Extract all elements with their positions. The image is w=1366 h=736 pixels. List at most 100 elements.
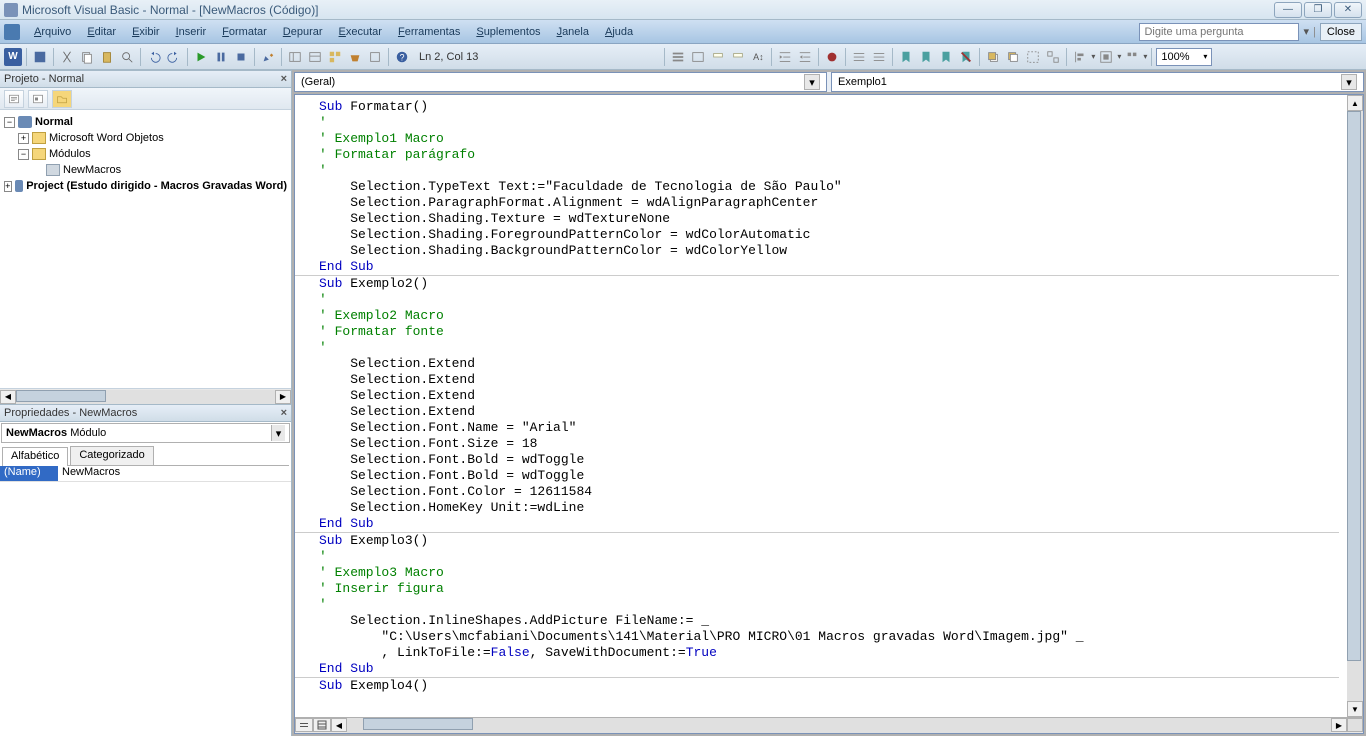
outdent-icon[interactable] (796, 48, 814, 66)
complete-word-icon[interactable]: A↕ (749, 48, 767, 66)
project-tree[interactable]: − Normal + Microsoft Word Objetos − Módu… (0, 110, 291, 388)
comment-block-icon[interactable] (850, 48, 868, 66)
code-hscroll-track[interactable] (347, 718, 1331, 733)
menu-arquivo[interactable]: Arquivo (26, 24, 79, 40)
object-dropdown[interactable]: (Geral) ▾ (294, 72, 827, 92)
ungroup-icon[interactable] (1044, 48, 1062, 66)
view-object-icon[interactable] (28, 90, 48, 108)
tree-node-normal[interactable]: − Normal (4, 114, 287, 130)
code-hscroll-right-icon[interactable]: ▶ (1331, 718, 1347, 732)
procedure-dropdown[interactable]: Exemplo1 ▾ (831, 72, 1364, 92)
help-icon[interactable]: ? (393, 48, 411, 66)
find-icon[interactable] (118, 48, 136, 66)
quick-info-icon[interactable] (709, 48, 727, 66)
toggle-bookmark-icon[interactable] (897, 48, 915, 66)
toggle-folders-icon[interactable] (52, 90, 72, 108)
undo-icon[interactable] (145, 48, 163, 66)
zoom-combo[interactable]: 100% ▾ (1156, 48, 1212, 66)
tab-alphabetic[interactable]: Alfabético (2, 447, 68, 466)
help-dropdown-arrow[interactable]: ▾ (1303, 25, 1309, 38)
properties-object-dropdown[interactable]: NewMacros Módulo ▾ (1, 423, 290, 443)
tree-expand-icon[interactable]: + (18, 133, 29, 144)
properties-close-icon[interactable]: × (281, 407, 287, 419)
object-browser-icon[interactable] (326, 48, 344, 66)
word-icon[interactable]: W (4, 48, 22, 66)
menu-depurar[interactable]: Depurar (275, 24, 331, 40)
align-icon[interactable] (1071, 48, 1089, 66)
tree-node-word-objects[interactable]: + Microsoft Word Objetos (4, 130, 287, 146)
properties-window-icon[interactable] (306, 48, 324, 66)
redo-icon[interactable] (165, 48, 183, 66)
code-hscroll-left-icon[interactable]: ◀ (331, 718, 347, 732)
next-bookmark-icon[interactable] (917, 48, 935, 66)
help-search-input[interactable] (1139, 23, 1299, 41)
menu-executar[interactable]: Executar (331, 24, 390, 40)
project-explorer-icon[interactable] (286, 48, 304, 66)
tree-collapse-icon[interactable]: − (18, 149, 29, 160)
menu-exibir[interactable]: Exibir (124, 24, 168, 40)
tree-node-project2[interactable]: + Project (Estudo dirigido - Macros Grav… (4, 178, 287, 194)
size-dropdown-arrow[interactable]: ▾ (1143, 52, 1147, 61)
tree-collapse-icon[interactable]: − (4, 117, 15, 128)
procedure-view-icon[interactable] (295, 718, 313, 732)
center-dropdown-arrow[interactable]: ▾ (1117, 52, 1121, 61)
menu-formatar[interactable]: Formatar (214, 24, 275, 40)
toolbox-icon[interactable] (346, 48, 364, 66)
reset-icon[interactable] (232, 48, 250, 66)
copy-icon[interactable] (78, 48, 96, 66)
hscroll-thumb[interactable] (16, 390, 106, 402)
break-icon[interactable] (212, 48, 230, 66)
full-module-view-icon[interactable] (313, 718, 331, 732)
bring-front-icon[interactable] (984, 48, 1002, 66)
tree-node-modules[interactable]: − Módulos (4, 146, 287, 162)
restore-button[interactable]: ❐ (1304, 2, 1332, 18)
project-panel-close-icon[interactable]: × (281, 73, 287, 85)
menu-janela[interactable]: Janela (549, 24, 597, 40)
parameter-info-icon[interactable] (729, 48, 747, 66)
tree-node-newmacros[interactable]: NewMacros (4, 162, 287, 178)
design-mode-icon[interactable] (259, 48, 277, 66)
dropdown-arrow-icon[interactable]: ▾ (804, 74, 820, 90)
menu-editar[interactable]: Editar (79, 24, 124, 40)
hscroll-left-icon[interactable]: ◀ (0, 390, 16, 404)
tree-expand-icon[interactable]: + (4, 181, 12, 192)
menu-suplementos[interactable]: Suplementos (468, 24, 548, 40)
run-icon[interactable] (192, 48, 210, 66)
hscroll-right-icon[interactable]: ▶ (275, 390, 291, 404)
send-back-icon[interactable] (1004, 48, 1022, 66)
indent-icon[interactable] (776, 48, 794, 66)
group-icon[interactable] (1024, 48, 1042, 66)
align-dropdown-arrow[interactable]: ▾ (1091, 52, 1095, 61)
paste-icon[interactable] (98, 48, 116, 66)
center-icon[interactable] (1097, 48, 1115, 66)
list-properties-icon[interactable] (669, 48, 687, 66)
view-code-icon[interactable] (4, 90, 24, 108)
code-hscroll-thumb[interactable] (363, 718, 473, 730)
close-inner-button[interactable]: Close (1320, 23, 1362, 41)
dropdown-arrow-icon[interactable]: ▾ (271, 425, 285, 441)
project-hscroll[interactable]: ◀ ▶ (0, 388, 291, 404)
list-constants-icon[interactable] (689, 48, 707, 66)
toggle-breakpoint-icon[interactable] (823, 48, 841, 66)
code-vscroll[interactable]: ▲ ▼ (1347, 95, 1363, 717)
cut-icon[interactable] (58, 48, 76, 66)
clear-bookmarks-icon[interactable] (957, 48, 975, 66)
code-editor[interactable]: Sub Formatar() ' ' Exemplo1 Macro ' Form… (295, 95, 1347, 717)
menu-inserir[interactable]: Inserir (168, 24, 215, 40)
dropdown-arrow-icon[interactable]: ▾ (1341, 74, 1357, 90)
property-value[interactable]: NewMacros (58, 466, 291, 481)
vscroll-down-icon[interactable]: ▼ (1347, 701, 1363, 717)
tab-order-icon[interactable] (366, 48, 384, 66)
vscroll-thumb[interactable] (1347, 111, 1361, 661)
prev-bookmark-icon[interactable] (937, 48, 955, 66)
uncomment-block-icon[interactable] (870, 48, 888, 66)
property-row[interactable]: (Name) NewMacros (0, 466, 291, 482)
menu-ferramentas[interactable]: Ferramentas (390, 24, 468, 40)
tab-categorized[interactable]: Categorizado (70, 446, 153, 465)
close-button[interactable]: ✕ (1334, 2, 1362, 18)
minimize-button[interactable]: — (1274, 2, 1302, 18)
vscroll-up-icon[interactable]: ▲ (1347, 95, 1363, 111)
make-same-size-icon[interactable] (1123, 48, 1141, 66)
menu-ajuda[interactable]: Ajuda (597, 24, 641, 40)
save-dropdown-icon[interactable] (31, 48, 49, 66)
